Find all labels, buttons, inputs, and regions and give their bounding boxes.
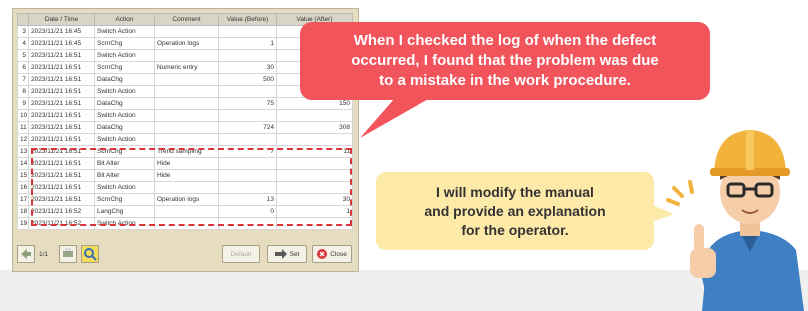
yellow-bubble-line-3: for the operator.: [461, 221, 569, 238]
red-bubble-line-3: to a mistake in the work procedure.: [379, 72, 631, 89]
yellow-bubble-line-2: and provide an explanation: [424, 202, 606, 219]
thumbs-up-icon: [694, 224, 704, 252]
sparkle-lines-icon: [666, 180, 694, 206]
yellow-bubble-line-1: I will modify the manual: [436, 183, 594, 200]
helmet-ridge: [746, 130, 754, 170]
red-bubble-line-1: When I checked the log of when the defec…: [353, 32, 657, 49]
red-bubble-tail: [360, 98, 430, 138]
worker-illustration: [666, 130, 804, 311]
yellow-speech-bubble: I will modify the manual and provide an …: [376, 172, 654, 250]
red-bubble-line-2: occurred, I found that the problem was d…: [351, 52, 659, 69]
red-speech-bubble: When I checked the log of when the defec…: [300, 22, 710, 100]
worker-fist: [690, 248, 716, 278]
